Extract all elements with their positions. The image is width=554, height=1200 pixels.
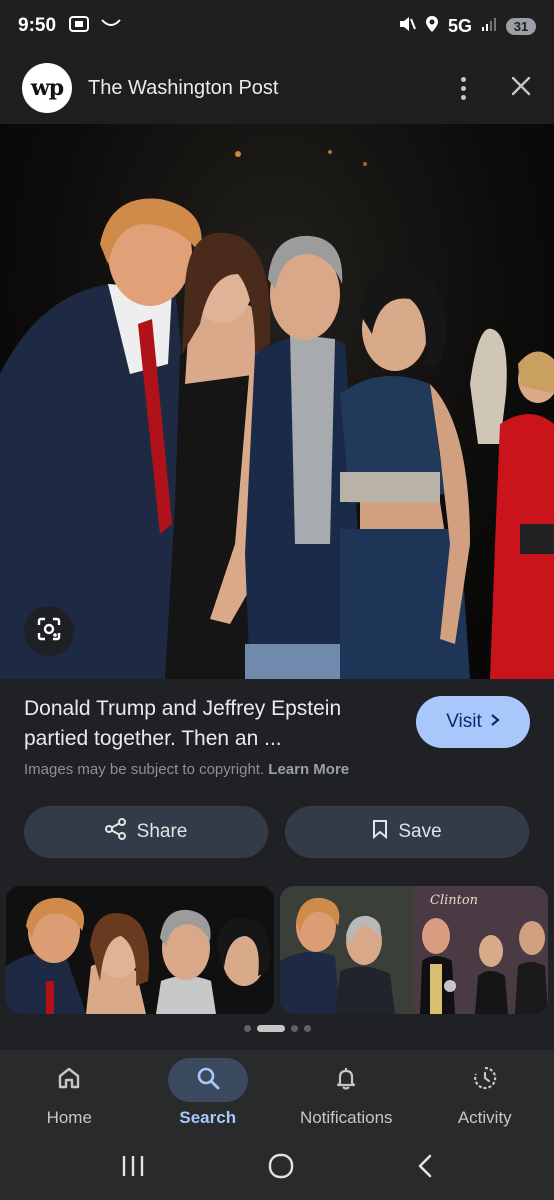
carousel-dots [0, 1025, 554, 1032]
nav-search[interactable]: Search [139, 1050, 278, 1136]
nav-activity[interactable]: Activity [416, 1050, 554, 1136]
nav-search-icon-wrap [167, 1058, 248, 1102]
location-icon [425, 15, 439, 38]
inset-handwriting: Clinton [430, 893, 478, 908]
copyright-text: Images may be subject to copyright. [24, 761, 265, 778]
nav-notifications-icon-wrap [306, 1058, 386, 1102]
carousel-dot [303, 1025, 311, 1032]
copyright-notice: Images may be subject to copyright. Lear… [24, 761, 349, 778]
bell-icon [332, 1064, 360, 1097]
network-label: 5G [447, 15, 472, 36]
nav-home-icon-wrap [29, 1058, 109, 1102]
nav-notifications[interactable]: Notifications [277, 1050, 416, 1136]
related-image-2[interactable]: Clinton [280, 886, 548, 1014]
more-options-icon[interactable] [461, 76, 466, 100]
share-icon [104, 818, 127, 846]
system-navigation-bar [0, 1136, 554, 1200]
lens-icon [36, 616, 62, 647]
nav-activity-label: Activity [457, 1108, 512, 1127]
visit-button[interactable]: Visit [416, 696, 530, 748]
result-title[interactable]: Donald Trump and Jeffrey Epstein partied… [24, 694, 394, 754]
header-actions [461, 75, 532, 102]
nav-home-label: Home [46, 1108, 92, 1127]
chevron-right-icon [490, 711, 500, 733]
signal-icon [481, 16, 497, 37]
search-icon [194, 1064, 222, 1097]
nav-notifications-label: Notifications [299, 1108, 393, 1127]
home-button-icon[interactable] [267, 1152, 295, 1185]
result-caption: Donald Trump and Jeffrey Epstein partied… [24, 694, 394, 754]
learn-more-link[interactable]: Learn More [268, 761, 349, 778]
screenshot-icon [68, 15, 90, 38]
carousel-dot [290, 1025, 298, 1032]
status-time: 9:50 [18, 15, 57, 36]
visit-label: Visit [446, 711, 482, 732]
back-icon[interactable] [416, 1153, 434, 1184]
carousel-dot [243, 1025, 251, 1032]
carousel-dot-active [256, 1025, 285, 1032]
nav-home[interactable]: Home [0, 1050, 139, 1136]
source-title[interactable]: The Washington Post [88, 77, 278, 100]
close-icon[interactable] [510, 75, 532, 102]
mute-icon [398, 15, 416, 38]
google-lens-button[interactable] [24, 606, 74, 656]
nav-activity-icon-wrap [445, 1058, 525, 1102]
share-label: Share [136, 821, 188, 842]
smile-icon [100, 17, 122, 35]
save-label: Save [398, 821, 442, 842]
main-image[interactable] [0, 124, 554, 679]
status-bar: 9:50 5G 31 [0, 0, 554, 52]
source-logo: wp [22, 63, 72, 113]
status-left-icons [68, 15, 122, 38]
history-icon [471, 1064, 499, 1097]
status-right: 5G 31 [398, 15, 536, 38]
bottom-navigation: Home Search Notifications Activity [0, 1050, 554, 1136]
home-icon [55, 1064, 83, 1097]
related-image-1[interactable] [6, 886, 274, 1014]
save-button[interactable]: Save [285, 806, 529, 858]
bookmark-icon [372, 819, 388, 845]
battery-badge: 31 [506, 17, 536, 35]
viewer-header: wp The Washington Post [0, 52, 554, 124]
share-button[interactable]: Share [24, 806, 268, 858]
nav-search-label: Search [179, 1108, 237, 1127]
recent-apps-icon[interactable] [120, 1154, 146, 1183]
